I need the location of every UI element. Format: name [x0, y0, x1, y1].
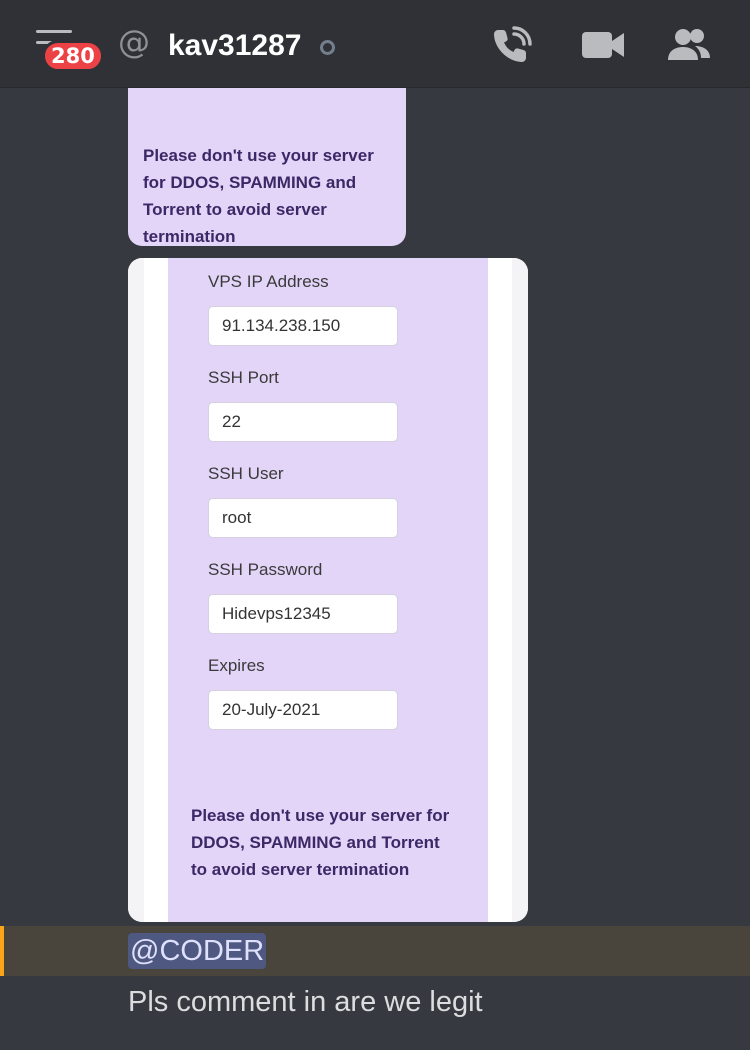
user-mention[interactable]: @CODER — [128, 933, 267, 969]
image-margin-right — [512, 258, 528, 922]
call-icon[interactable] — [490, 24, 536, 66]
vps-ip-label: VPS IP Address — [208, 272, 329, 291]
ssh-password-label: SSH Password — [208, 560, 323, 579]
video-icon[interactable] — [580, 24, 626, 66]
message-text: Pls comment in are we legit — [128, 986, 483, 1018]
dm-username[interactable]: kav31287 — [168, 24, 301, 68]
attachment-image-top[interactable]: Please don't use your server for DDOS, S… — [128, 88, 406, 246]
attachment-image-vps-details[interactable]: VPS IP Address 91.134.238.150 SSH Port 2… — [128, 258, 528, 922]
expires-label: Expires — [208, 656, 265, 675]
termination-notice: Please don't use your server for DDOS, S… — [143, 146, 374, 246]
ssh-user-label: SSH User — [208, 464, 284, 483]
dm-chat-screen: 280 @ kav31287 Please don't use your ser… — [0, 0, 750, 1050]
ssh-port-field: 22 — [208, 402, 398, 442]
ssh-user-field: root — [208, 498, 398, 538]
channel-header: 280 @ kav31287 — [0, 0, 750, 88]
at-icon: @ — [118, 23, 150, 61]
ssh-port-label: SSH Port — [208, 368, 279, 387]
expires-field: 20-July-2021 — [208, 690, 398, 730]
mention-highlight-row — [0, 926, 750, 976]
offline-status-icon — [320, 40, 335, 55]
unread-badge: 280 — [42, 40, 104, 72]
termination-notice: Please don't use your server for DDOS, S… — [191, 806, 450, 879]
ssh-password-field: Hidevps12345 — [208, 594, 398, 634]
vps-ip-field: 91.134.238.150 — [208, 306, 398, 346]
members-icon[interactable] — [666, 24, 712, 66]
image-margin-left — [128, 258, 144, 922]
